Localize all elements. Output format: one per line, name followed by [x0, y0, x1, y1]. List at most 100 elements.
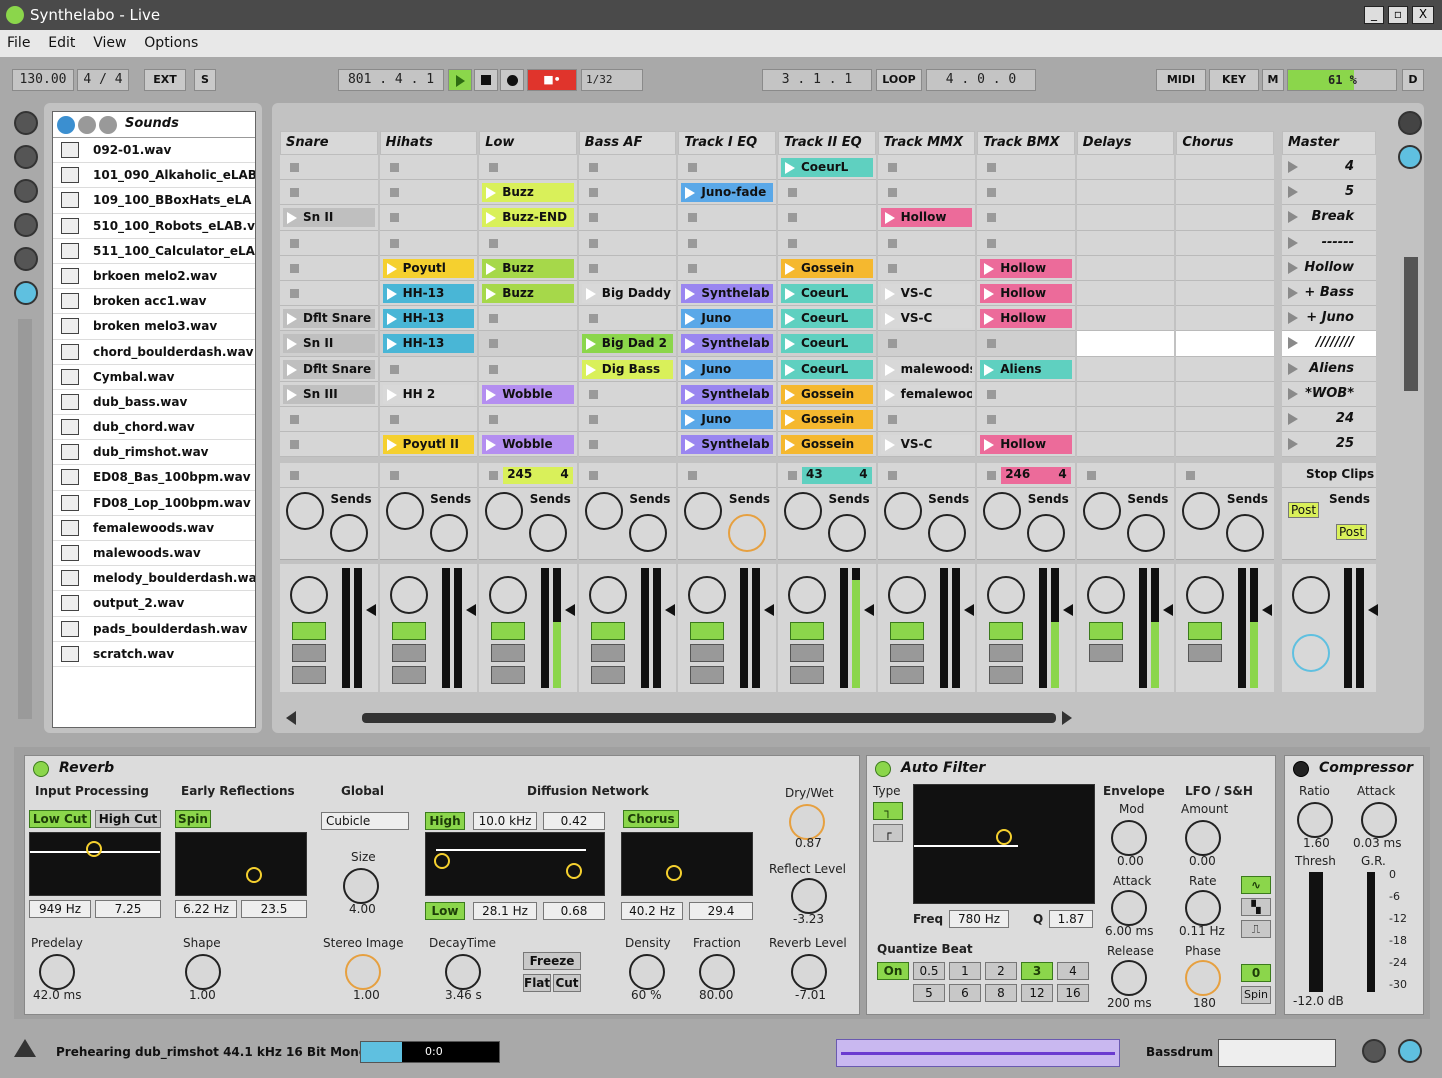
track-title[interactable]: Track I EQ	[678, 131, 776, 155]
clip-slot[interactable]	[479, 155, 577, 181]
clip-stop-icon[interactable]	[987, 414, 997, 424]
clip-slot[interactable]	[1076, 381, 1175, 407]
volume-pointer-icon[interactable]	[963, 604, 974, 617]
clip[interactable]: Gossein	[781, 435, 873, 455]
clip-play-icon[interactable]	[287, 338, 297, 351]
clip-play-icon[interactable]	[785, 162, 795, 174]
clip-slot[interactable]: Buzz	[479, 280, 577, 307]
clip-slot[interactable]: Dig Bass	[578, 356, 677, 382]
track-activator-button[interactable]	[292, 622, 326, 641]
clip-slot[interactable]	[977, 205, 1075, 231]
clip-slot[interactable]: CoeurL	[778, 331, 876, 357]
clip-stop-icon[interactable]	[887, 188, 897, 198]
clip[interactable]: Gossein	[781, 258, 873, 278]
clip[interactable]: Juno	[681, 309, 773, 329]
density-knob[interactable]	[629, 954, 665, 990]
early-freq-field[interactable]: 6.22 Hz	[175, 900, 237, 918]
reverb-power-button[interactable]	[33, 761, 49, 777]
high-val-field[interactable]: 0.42	[543, 812, 605, 830]
mod-knob[interactable]	[1111, 820, 1147, 856]
ratio-knob[interactable]	[1297, 802, 1333, 838]
arrangement-toggle-icon[interactable]	[1398, 1039, 1422, 1063]
spin-button[interactable]: Spin	[1241, 986, 1271, 1004]
scene-slot[interactable]: 5	[1282, 180, 1376, 206]
amount-knob[interactable]	[1185, 820, 1221, 856]
clip[interactable]: VS-C	[880, 283, 973, 303]
shape-knob[interactable]	[185, 954, 221, 990]
scroll-left-icon[interactable]	[286, 711, 296, 725]
pan-knob[interactable]	[1086, 576, 1125, 615]
clip[interactable]: Juno-fade	[681, 183, 773, 203]
clip-play-icon[interactable]	[685, 338, 696, 351]
menu-edit[interactable]: Edit	[41, 30, 82, 51]
clip-play-icon[interactable]	[585, 363, 596, 376]
scene-launch-icon[interactable]	[1288, 387, 1298, 400]
clip-slot[interactable]	[379, 406, 478, 433]
clip-play-icon[interactable]	[685, 287, 696, 300]
scene-launch-icon[interactable]	[1288, 438, 1298, 451]
send-c-knob[interactable]	[1126, 514, 1165, 553]
flat-button[interactable]: Flat	[523, 974, 551, 992]
clip-stop-icon[interactable]	[489, 314, 499, 324]
pan-knob[interactable]	[489, 576, 528, 615]
file-row[interactable]: dub_rimshot.wav	[53, 440, 255, 466]
clip-slot[interactable]	[778, 180, 876, 206]
clip-slot[interactable]	[678, 205, 776, 231]
file-row[interactable]: pads_boulderdash.wav	[53, 617, 255, 642]
clip-slot[interactable]: Poyutl II	[379, 432, 478, 458]
clip-stop-icon[interactable]	[688, 163, 698, 172]
scene-slot[interactable]: *WOB*	[1282, 381, 1376, 407]
clip-play-icon[interactable]	[884, 212, 895, 225]
clip-slot[interactable]	[678, 255, 776, 281]
clip-stop-icon[interactable]	[987, 188, 997, 198]
clip-slot[interactable]	[1076, 331, 1175, 357]
clip-play-icon[interactable]	[984, 363, 995, 376]
clip-stop-icon[interactable]	[588, 263, 598, 273]
send-d-knob[interactable]	[684, 492, 723, 531]
clip-stop-icon[interactable]	[688, 263, 698, 273]
track-activator-button[interactable]	[989, 622, 1024, 641]
track-stop-icon[interactable]	[389, 471, 399, 481]
track-title[interactable]: Snare	[280, 131, 378, 155]
pan-knob[interactable]	[788, 576, 826, 615]
clip-slot[interactable]: Juno	[678, 406, 776, 433]
input-filter-graph[interactable]	[29, 832, 161, 896]
arm-button[interactable]	[790, 666, 824, 685]
arm-button[interactable]	[391, 666, 426, 685]
clip-play-icon[interactable]	[486, 388, 497, 401]
cue-volume-knob[interactable]	[1292, 634, 1330, 673]
decay-time-knob[interactable]	[445, 954, 481, 990]
clip-play-icon[interactable]	[785, 439, 795, 452]
disk2-icon[interactable]	[14, 247, 38, 271]
file-row[interactable]: dub_bass.wav	[53, 390, 255, 416]
send-d-knob[interactable]	[584, 492, 623, 531]
clip-slot[interactable]: Synthelab	[678, 432, 776, 458]
clip-slot[interactable]	[379, 180, 478, 206]
scene-launch-icon[interactable]	[1288, 312, 1298, 325]
clip-stop-icon[interactable]	[290, 263, 299, 273]
loop-length[interactable]: 4 . 0 . 0	[926, 69, 1036, 91]
diffusion-graph[interactable]	[425, 832, 605, 896]
track-status[interactable]	[379, 463, 478, 489]
clip-slot[interactable]	[977, 406, 1075, 433]
s-button[interactable]: S	[194, 69, 216, 91]
clip-slot[interactable]: Buzz-END	[479, 205, 577, 231]
clip-slot[interactable]: HH-13	[379, 280, 478, 307]
predelay-knob[interactable]	[39, 954, 75, 990]
clip[interactable]: Big Daddy	[581, 283, 674, 303]
phase-knob[interactable]	[1185, 960, 1221, 996]
clip-stop-icon[interactable]	[788, 238, 797, 248]
clip-slot[interactable]	[280, 180, 378, 206]
clip[interactable]: Big Dad 2	[581, 334, 674, 354]
send-c-knob[interactable]	[529, 514, 568, 553]
file-row[interactable]: melody_boulderdash.wa	[53, 566, 255, 592]
clip-slot[interactable]: Wobble	[479, 381, 577, 407]
clip-stop-icon[interactable]	[588, 163, 598, 172]
pan-knob[interactable]	[389, 576, 428, 615]
clip[interactable]: Buzz-END	[482, 208, 574, 228]
file-row[interactable]: dub_chord.wav	[53, 415, 255, 441]
scene-slot[interactable]: 25	[1282, 432, 1376, 458]
highpass-type-button[interactable]: ┌	[873, 824, 903, 842]
clip-slot[interactable]: Sn III	[280, 381, 378, 407]
clip-play-icon[interactable]	[486, 287, 497, 300]
